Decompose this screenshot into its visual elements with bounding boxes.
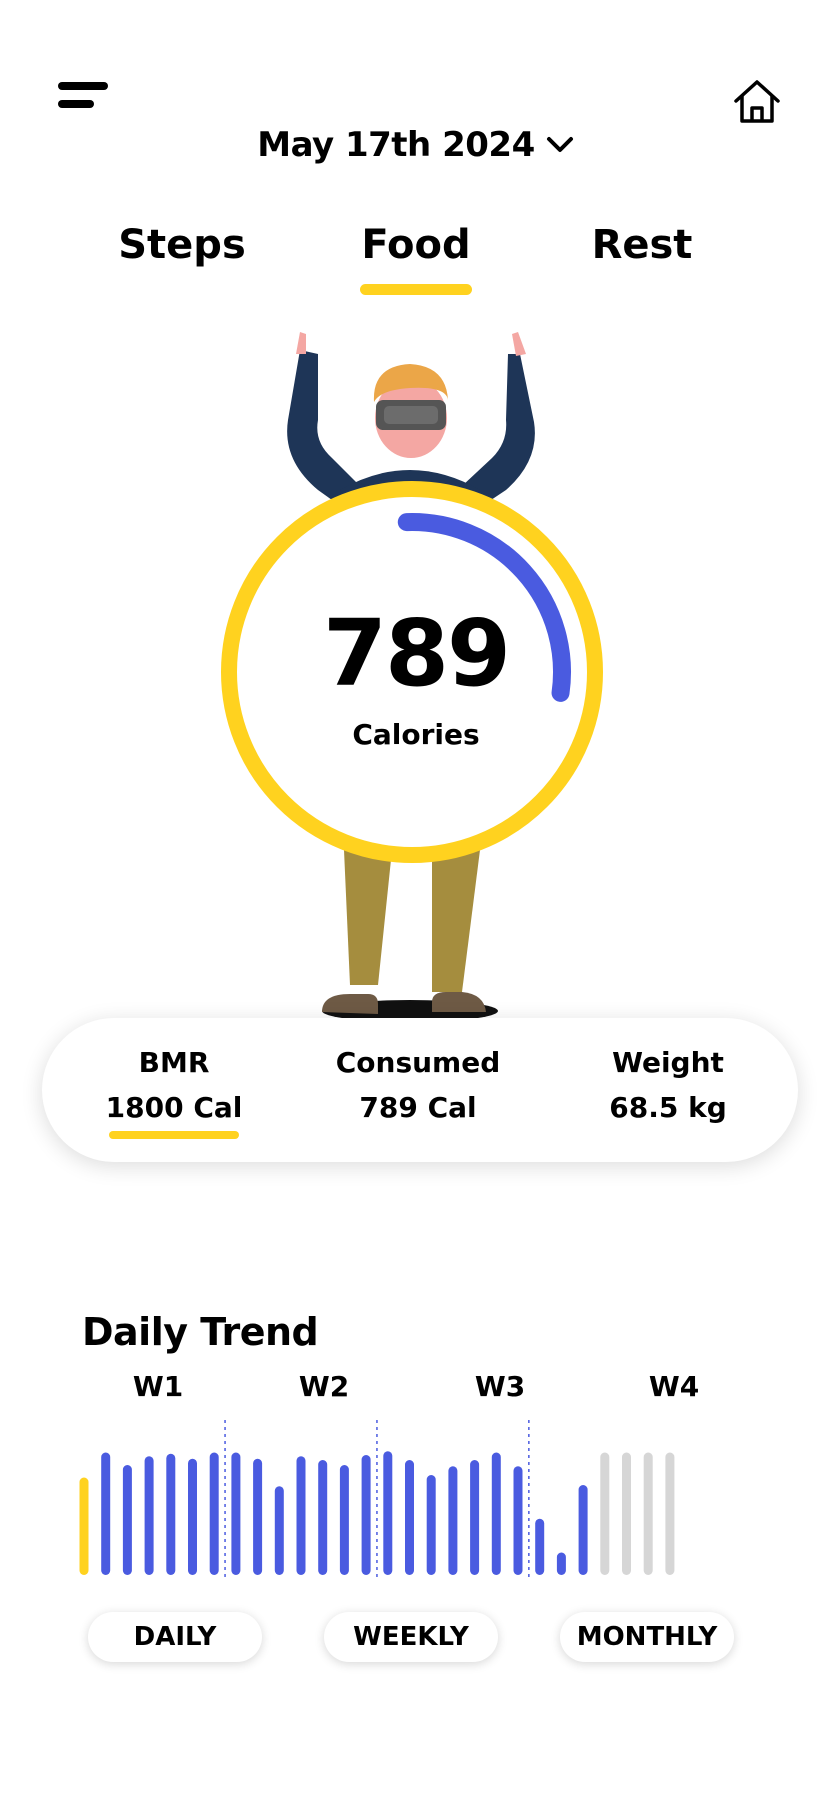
shoe — [432, 992, 486, 1012]
active-tab-indicator — [360, 284, 472, 295]
trend-bar — [122, 1465, 132, 1575]
selected-stat-indicator — [109, 1131, 239, 1139]
trend-bar — [578, 1485, 588, 1575]
trend-bar — [600, 1452, 610, 1575]
chevron-down-icon — [546, 137, 573, 152]
trend-bar — [339, 1465, 349, 1575]
stat-value: 789 Cal — [359, 1091, 477, 1124]
trend-bar — [361, 1455, 371, 1575]
trend-bar — [296, 1456, 306, 1575]
trend-bar — [231, 1452, 241, 1575]
trend-bar — [405, 1460, 414, 1575]
trend-bar — [209, 1452, 219, 1575]
stat-consumed[interactable]: Consumed 789 Cal — [298, 1046, 538, 1124]
trend-bar — [513, 1466, 523, 1575]
trend-bar — [383, 1451, 393, 1575]
tab-rest[interactable]: Rest — [532, 222, 752, 268]
figure-hand — [512, 332, 526, 356]
date-label: May 17th 2024 — [257, 125, 535, 165]
trend-bar — [188, 1458, 197, 1575]
week-label-w1: W1 — [132, 1370, 184, 1403]
tab-food[interactable]: Food — [306, 222, 526, 268]
trend-bar — [253, 1458, 263, 1575]
vr-headset-lens — [384, 406, 438, 424]
trend-bar — [79, 1477, 89, 1575]
trend-bar — [535, 1518, 545, 1575]
shoe — [322, 994, 378, 1014]
tab-bar: Steps Food Rest — [0, 222, 832, 302]
trend-bar — [426, 1475, 436, 1575]
stat-value: 1800 Cal — [105, 1091, 243, 1124]
menu-icon-bar — [58, 100, 94, 108]
stat-weight[interactable]: Weight 68.5 kg — [548, 1046, 788, 1124]
trend-bar — [144, 1456, 154, 1575]
period-daily-button[interactable]: DAILY — [88, 1612, 262, 1662]
trend-bar — [101, 1452, 111, 1575]
trend-bar — [470, 1460, 480, 1575]
home-icon — [734, 80, 780, 123]
week-label-w4: W4 — [648, 1370, 700, 1403]
week-label-w2: W2 — [298, 1370, 350, 1403]
menu-button[interactable] — [52, 78, 122, 122]
trend-bar — [448, 1466, 458, 1575]
stat-label: Consumed — [335, 1046, 501, 1079]
stat-label: BMR — [138, 1046, 210, 1079]
trend-bar — [274, 1486, 284, 1575]
trend-bar — [491, 1452, 501, 1575]
stat-bmr[interactable]: BMR 1800 Cal — [54, 1046, 294, 1124]
stat-value: 68.5 kg — [609, 1091, 727, 1124]
period-monthly-button[interactable]: MONTHLY — [560, 1612, 734, 1662]
figure-hand — [296, 332, 306, 354]
trend-bar — [643, 1452, 653, 1575]
calorie-value: 789 — [322, 600, 511, 707]
stats-card: BMR 1800 Cal Consumed 789 Cal Weight 68.… — [42, 1018, 798, 1162]
figure-leg — [344, 850, 392, 985]
trend-bar — [166, 1453, 176, 1575]
tab-steps[interactable]: Steps — [72, 222, 292, 268]
date-selector[interactable]: May 17th 2024 — [0, 125, 832, 165]
trend-bar — [622, 1452, 631, 1575]
daily-trend-chart — [79, 1420, 675, 1577]
trend-title: Daily Trend — [82, 1310, 319, 1354]
trend-bar — [556, 1552, 566, 1575]
stat-label: Weight — [612, 1046, 724, 1079]
calorie-label: Calories — [352, 718, 480, 751]
trend-bar — [665, 1452, 675, 1575]
menu-icon — [58, 82, 108, 90]
trend-bar — [318, 1460, 328, 1575]
week-label-w3: W3 — [474, 1370, 526, 1403]
period-weekly-button[interactable]: WEEKLY — [324, 1612, 498, 1662]
figure-leg — [432, 850, 480, 992]
home-button[interactable] — [730, 74, 784, 128]
